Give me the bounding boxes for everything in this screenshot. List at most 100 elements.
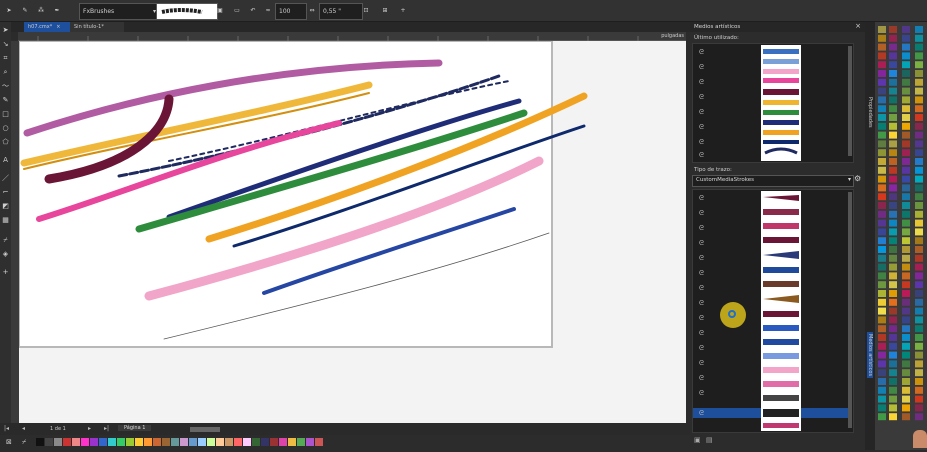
palette-swatch [915,184,923,192]
stroke-width-field[interactable]: 0,55 " [319,3,363,20]
brush-stroke-select[interactable] [156,3,218,20]
palette-swatch [878,272,886,280]
delete-stroke-icon[interactable]: ▤ [706,436,713,444]
artistic-media-docker: Medios artísticos × Último utilizado: ᘓ … [690,22,865,450]
palette-swatch [902,166,910,174]
palette-swatch [915,149,923,157]
tab-document-2[interactable]: Sin título-1* [70,22,124,32]
rectangle-tool-icon[interactable]: □ [1,110,10,119]
palette-swatch [878,228,886,236]
gear-icon[interactable]: ⚙ [854,174,861,183]
close-icon[interactable]: × [56,24,60,30]
palette-swatch [878,202,886,209]
palette-swatch [889,34,897,42]
no-color-swatch[interactable]: ⊠ [6,438,12,446]
connector-tool-icon[interactable]: ⌐ [1,188,10,197]
palette-swatch [878,360,886,368]
vertical-scrollbar[interactable] [848,46,852,156]
palette-swatch [902,184,910,192]
square-icon[interactable]: ⊡ [360,3,372,18]
tab-label: h07.cmx* [28,24,53,30]
palette-swatch [902,272,910,280]
drawing-canvas[interactable] [19,41,686,423]
palette-swatch [878,369,886,377]
document-palette[interactable] [36,438,356,448]
undo-icon[interactable]: ↶ [247,3,259,18]
palette-swatch [902,202,910,209]
fill-tool-icon[interactable]: ◈ [1,250,10,259]
palette-swatch [889,307,897,315]
palette-swatch [889,316,897,324]
recent-label: Último utilizado: [694,35,739,41]
palette-swatch [889,334,897,341]
image-icon[interactable]: ▣ [214,3,226,18]
palette-swatch [902,149,910,157]
brush-stroke-preview [161,7,203,14]
palette-swatch [902,43,910,51]
save-stroke-icon[interactable]: ▣ [694,436,701,444]
tab-document-1[interactable]: h07.cmx* × [24,22,76,32]
shadow-tool-icon[interactable]: ◩ [1,202,10,211]
pointer-tool-icon[interactable]: ➤ [3,3,15,18]
palette-swatch [902,290,910,297]
zoom-tool-icon[interactable]: ⌕ [1,68,10,77]
freehand-tool-icon[interactable]: 〜 [1,82,10,91]
palette-swatch [915,175,923,183]
side-tab-properties[interactable]: Propiedades [867,97,873,128]
line-tool-icon[interactable]: ／ [1,174,10,183]
page-tab[interactable]: Página 1 [118,425,152,431]
vertical-scrollbar[interactable] [848,192,852,428]
page-prev-icon[interactable]: ◂ [22,425,25,432]
artistic-media-tool-icon[interactable]: ✎ [1,96,10,105]
palette-swatch [889,219,897,227]
recent-strokes-list[interactable]: ᘓ ᘓ ᘓ ᘓ ᘓ ᘓ ᘓ ᘓ [692,43,854,163]
plus-icon[interactable]: + [397,3,409,18]
palette-swatch [889,78,897,86]
stroke-file-icon: ᘓ [699,151,704,159]
cursor-highlight [720,302,746,328]
sprayer-mode-icon[interactable]: ⁂ [35,3,47,18]
stroke-library-list[interactable]: ᘓ ᘓ ᘓ ᘓ ᘓ ᘓ ᘓ ᘓ ᘓ ᘓ ᘓ ᘓ ᘓ ᘓ ᘓ [692,189,854,433]
brush-category-select[interactable]: FxBrushes ▾ [79,3,159,20]
palette-swatch [902,219,910,227]
scrollbar-thumb[interactable] [190,427,220,432]
eyedropper-tool-icon[interactable]: ⌿ [1,236,10,245]
add-tool-icon[interactable]: + [1,268,10,277]
crop-tool-icon[interactable]: ⌗ [1,54,10,63]
palette-swatch [889,166,897,174]
smoothing-field[interactable]: 100 [275,3,307,20]
pick-tool-icon[interactable]: ➤ [1,26,10,35]
page-next-icon[interactable]: ▸ [88,425,91,432]
palette-swatch [902,413,910,421]
side-tab-artistic-media[interactable]: Medios artísticos [867,332,873,379]
palette-swatches[interactable] [875,22,927,450]
palette-swatch [878,237,886,245]
palette-swatch [878,219,886,227]
palette-swatch [889,131,897,139]
shape-tool-icon[interactable]: ↘ [1,40,10,49]
close-icon[interactable]: × [855,22,861,30]
folder-icon[interactable]: ▭ [231,3,243,18]
palette-swatch [889,378,897,385]
palette-swatch [878,184,886,192]
eyedropper-icon[interactable]: ⌿ [22,438,26,447]
ellipse-tool-icon[interactable]: ○ [1,124,10,133]
palette-swatch [915,122,923,130]
calligraphic-mode-icon[interactable]: ✒ [51,3,63,18]
page-first-icon[interactable]: |◂ [4,425,9,432]
polygon-tool-icon[interactable]: ⬠ [1,138,10,147]
stroke-file-icon: ᘓ [699,329,704,337]
grid-icon[interactable]: ⊞ [379,3,391,18]
stroke-file-icon: ᘓ [699,344,704,352]
color-palette[interactable] [875,22,927,450]
stroke-type-select[interactable]: CustomMediaStrokes ▾ [692,175,854,187]
palette-swatch [915,316,923,324]
palette-swatch [878,298,886,306]
transparency-tool-icon[interactable]: ▦ [1,216,10,225]
palette-swatch [889,61,897,69]
text-tool-icon[interactable]: A [1,156,10,165]
page-last-icon[interactable]: ▸| [104,425,109,432]
palette-swatch [915,219,923,227]
palette-swatch [878,386,886,394]
artistic-media-mode-icon[interactable]: ✎ [19,3,31,18]
